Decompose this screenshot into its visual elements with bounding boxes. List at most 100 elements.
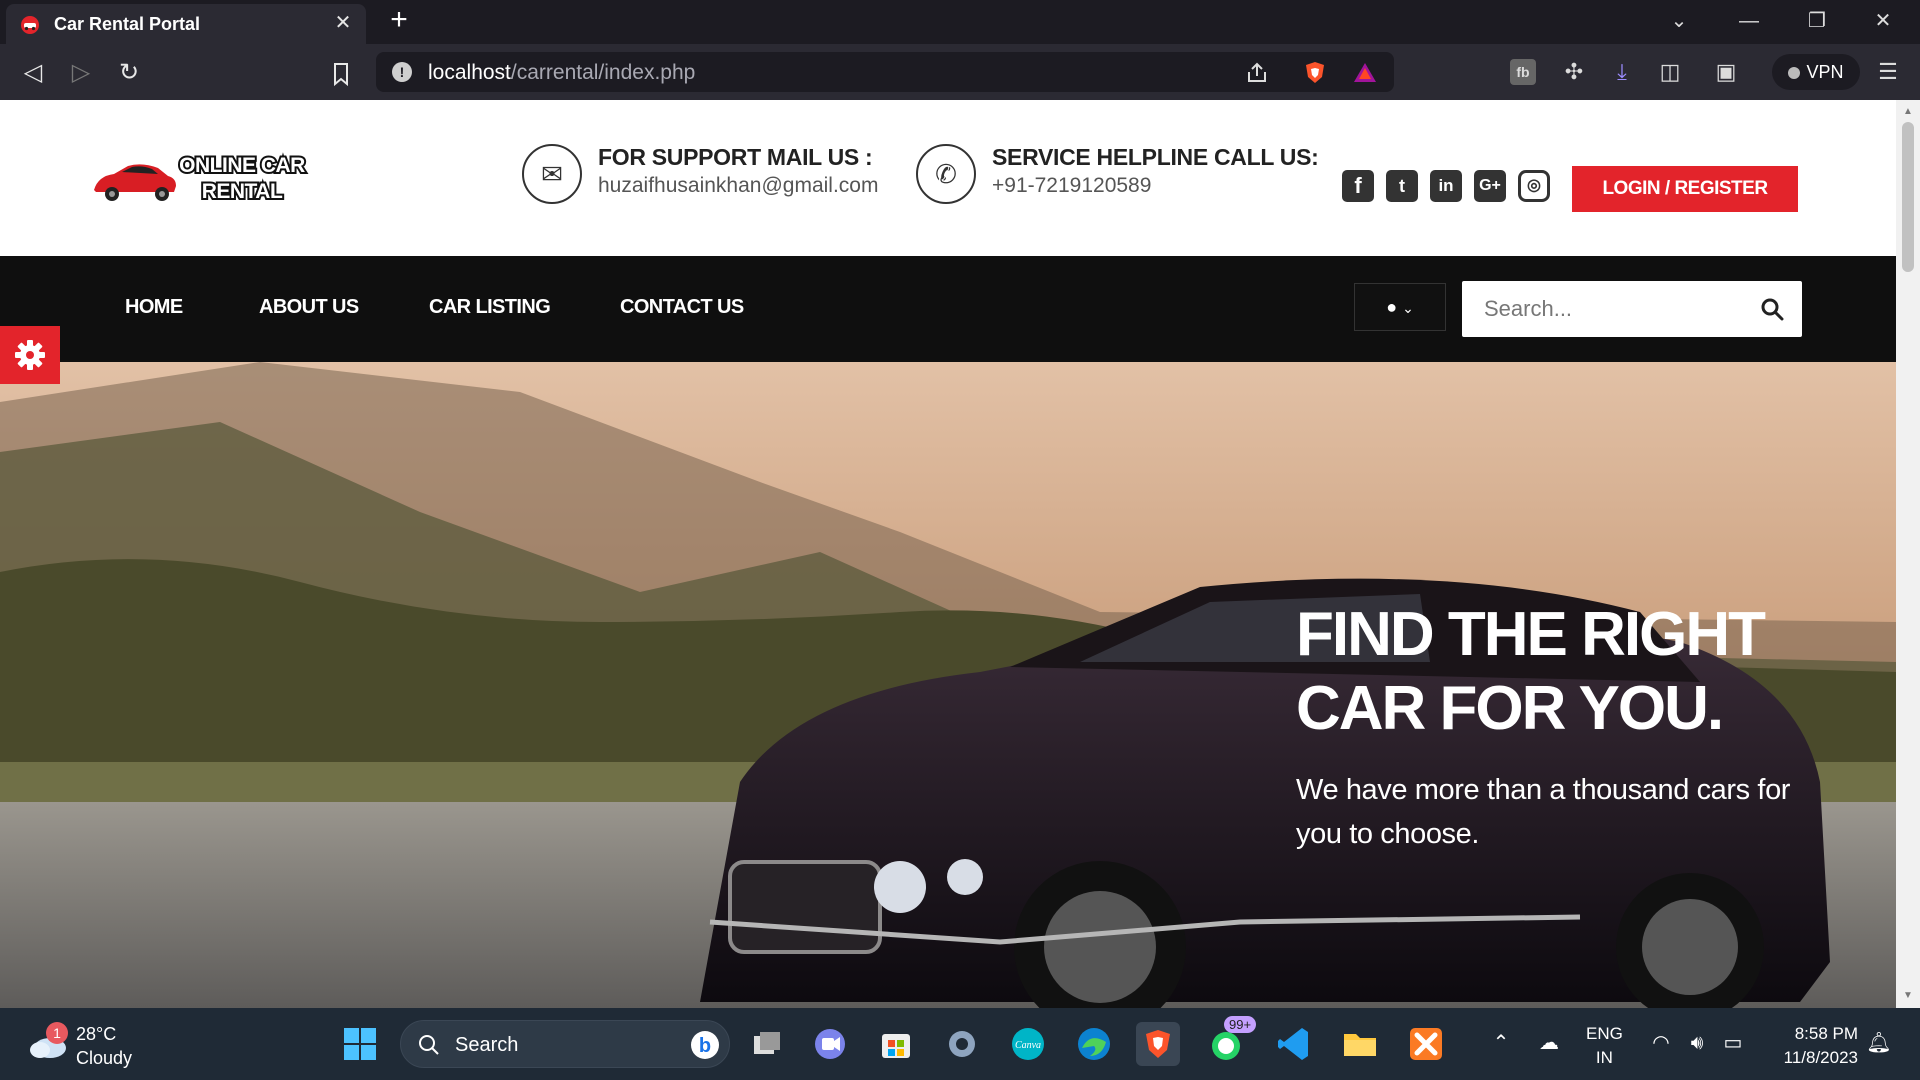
task-view-icon[interactable]: [744, 1022, 788, 1066]
canva-icon[interactable]: Canva: [1006, 1022, 1050, 1066]
hero-title: FIND THE RIGHT CAR FOR YOU.: [1296, 600, 1766, 743]
clock-time: 8:58 PM: [1794, 1024, 1858, 1043]
phone-title: SERVICE HELPLINE CALL US:: [992, 144, 1319, 170]
scroll-up-icon[interactable]: ▲: [1902, 106, 1914, 118]
taskbar-search-label: Search: [455, 1034, 519, 1056]
xampp-icon[interactable]: [1404, 1022, 1448, 1066]
windows-taskbar: 1 28°C Cloudy Search b Canva 99+ ⌃ ☁ ENG…: [0, 1008, 1920, 1080]
main-navigation: HOME ABOUT US CAR LISTING CONTACT US ● ⌄: [0, 256, 1896, 362]
scroll-down-icon[interactable]: ▼: [1902, 990, 1914, 1002]
car-favicon-icon: [21, 16, 39, 34]
nav-car-listing[interactable]: CAR LISTING: [429, 296, 551, 319]
reload-icon[interactable]: ↻: [112, 56, 146, 90]
nav-about-us[interactable]: ABOUT US: [259, 296, 359, 319]
windows-start-icon[interactable]: [338, 1022, 382, 1066]
weather-description: Cloudy: [76, 1048, 133, 1068]
mail-icon: ✉: [522, 144, 582, 204]
clock-date: 11/8/2023: [1783, 1048, 1858, 1067]
settings-gear-icon[interactable]: [0, 326, 60, 384]
browser-tab[interactable]: Car Rental Portal ✕: [6, 4, 366, 44]
settings-icon[interactable]: [940, 1022, 984, 1066]
site-info-icon[interactable]: !: [392, 62, 412, 82]
weather-temperature: 28°C: [76, 1024, 117, 1044]
close-window-icon[interactable]: ✕: [1866, 6, 1900, 36]
teams-chat-icon[interactable]: [808, 1022, 852, 1066]
hero-subtitle: We have more than a thousand cars for yo…: [1296, 774, 1791, 850]
clock[interactable]: 8:58 PM 11/8/2023: [1770, 1022, 1858, 1070]
restore-icon[interactable]: ❐: [1800, 6, 1834, 36]
page-viewport: ONLINE CAR RENTAL ✉ FOR SUPPORT MAIL US …: [0, 100, 1896, 1008]
scroll-thumb[interactable]: [1902, 122, 1914, 272]
site-logo[interactable]: ONLINE CAR RENTAL: [92, 150, 322, 210]
page-scrollbar[interactable]: ▲ ▼: [1896, 100, 1920, 1008]
wifi-icon[interactable]: ◠: [1648, 1030, 1674, 1056]
search-input[interactable]: [1462, 281, 1752, 337]
hero-banner: FIND THE RIGHT CAR FOR YOU. We have more…: [0, 362, 1896, 1008]
browser-tab-strip: Car Rental Portal ✕ + ⌄ — ❐ ✕: [0, 0, 1920, 44]
extensions-puzzle-icon[interactable]: ✣: [1558, 56, 1590, 88]
svg-text:b: b: [699, 1035, 711, 1057]
language-code: ENG: [1586, 1024, 1623, 1043]
microsoft-store-icon[interactable]: [874, 1022, 918, 1066]
phone-icon: ✆: [916, 144, 976, 204]
vscode-icon[interactable]: [1272, 1022, 1316, 1066]
weather-alert-badge: 1: [46, 1022, 68, 1044]
minimize-icon[interactable]: —: [1732, 6, 1766, 36]
share-icon[interactable]: [1244, 60, 1270, 86]
url-text[interactable]: localhost/carrental/index.php: [428, 61, 695, 85]
hero-text: FIND THE RIGHT CAR FOR YOU. We have more…: [1296, 598, 1816, 856]
file-explorer-icon[interactable]: [1338, 1022, 1382, 1066]
close-tab-icon[interactable]: ✕: [330, 10, 356, 36]
instagram-icon[interactable]: ◎: [1518, 170, 1550, 202]
phone-value: +91-7219120589: [992, 174, 1152, 197]
input-language[interactable]: ENG IN: [1586, 1022, 1623, 1070]
search-box: [1462, 281, 1802, 337]
taskbar-search[interactable]: Search b: [400, 1020, 730, 1068]
notification-bell-icon[interactable]: 🔔︎: [1866, 1030, 1892, 1056]
svg-text:Canva: Canva: [1015, 1040, 1041, 1051]
chevron-up-icon[interactable]: ⌃: [1488, 1030, 1514, 1056]
onedrive-icon[interactable]: ☁: [1536, 1030, 1562, 1056]
wallet-icon[interactable]: ▣: [1710, 56, 1742, 88]
back-icon[interactable]: ◁: [16, 56, 50, 90]
facebook-icon[interactable]: f: [1342, 170, 1374, 202]
weather-widget[interactable]: 1 28°C Cloudy: [28, 1022, 208, 1068]
forward-icon[interactable]: ▷: [64, 56, 98, 90]
battery-icon[interactable]: ▭: [1720, 1030, 1746, 1056]
new-tab-icon[interactable]: +: [384, 5, 414, 36]
site-header: ONLINE CAR RENTAL ✉ FOR SUPPORT MAIL US …: [0, 100, 1896, 256]
search-icon: [419, 1035, 439, 1055]
google-plus-icon[interactable]: G+: [1474, 170, 1506, 202]
sidebar-icon[interactable]: ◫: [1654, 56, 1686, 88]
login-register-button[interactable]: LOGIN / REGISTER: [1572, 166, 1798, 212]
vpn-button[interactable]: VPN: [1772, 54, 1860, 90]
brave-browser-icon[interactable]: [1136, 1022, 1180, 1066]
extension-fb-icon[interactable]: fb: [1510, 59, 1536, 85]
downloads-icon[interactable]: ⤓: [1606, 56, 1638, 88]
bookmark-icon[interactable]: [326, 59, 356, 89]
edge-icon[interactable]: [1072, 1022, 1116, 1066]
tab-title: Car Rental Portal: [54, 14, 201, 34]
mail-value: huzaifhusainkhan@gmail.com: [598, 174, 879, 197]
tab-list-chevron-icon[interactable]: ⌄: [1662, 6, 1696, 36]
brave-rewards-icon[interactable]: [1352, 60, 1378, 86]
bing-icon[interactable]: b: [689, 1029, 721, 1061]
brave-shield-icon[interactable]: [1302, 60, 1328, 86]
linkedin-icon[interactable]: in: [1430, 170, 1462, 202]
svg-text:ONLINE CAR: ONLINE CAR: [179, 154, 305, 177]
menu-icon[interactable]: ☰: [1872, 56, 1904, 88]
chevron-down-icon: ⌄: [1402, 300, 1414, 316]
mail-title: FOR SUPPORT MAIL US :: [598, 144, 873, 170]
whatsapp-unread-badge: 99+: [1224, 1016, 1257, 1033]
search-icon[interactable]: [1758, 295, 1786, 323]
address-bar[interactable]: ! localhost/carrental/index.php: [376, 52, 1394, 92]
twitter-icon[interactable]: t: [1386, 170, 1418, 202]
nav-home[interactable]: HOME: [125, 296, 183, 319]
svg-text:RENTAL: RENTAL: [202, 180, 283, 203]
region-code: IN: [1595, 1048, 1613, 1067]
browser-toolbar: ◁ ▷ ↻ ! localhost/carrental/index.php fb…: [0, 44, 1920, 100]
volume-icon[interactable]: 🔊︎: [1684, 1030, 1710, 1056]
user-menu-button[interactable]: ● ⌄: [1354, 283, 1446, 331]
whatsapp-icon[interactable]: 99+: [1204, 1016, 1257, 1066]
nav-contact-us[interactable]: CONTACT US: [620, 296, 744, 319]
